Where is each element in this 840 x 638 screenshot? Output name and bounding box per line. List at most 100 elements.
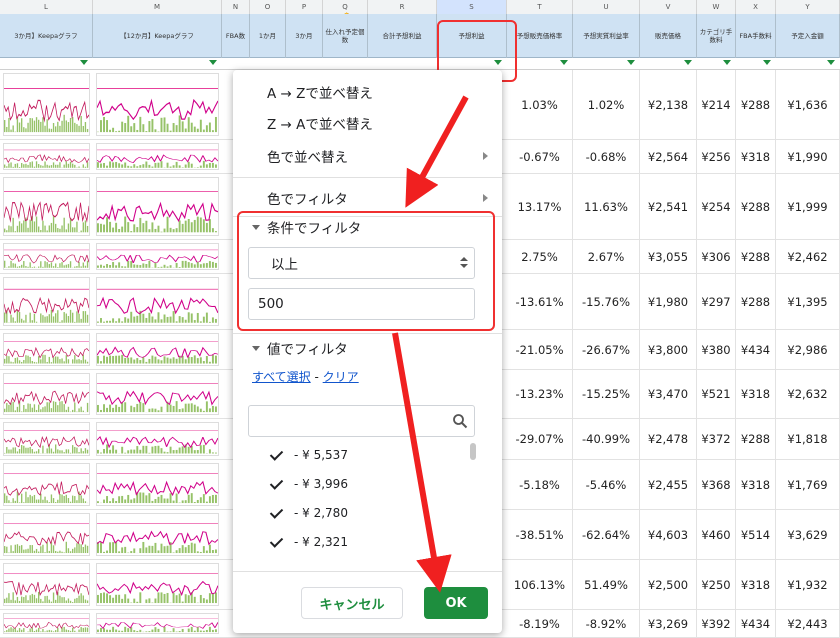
column-header[interactable]: FBA手数料 bbox=[736, 14, 776, 58]
table-cell[interactable]: -29.07% bbox=[507, 419, 573, 459]
value-list-item[interactable]: - ¥ 2,321 bbox=[248, 531, 458, 553]
table-cell[interactable]: ¥2,462 bbox=[776, 240, 840, 273]
table-cell[interactable]: 1.02% bbox=[573, 70, 640, 139]
filter-icon[interactable] bbox=[627, 60, 636, 67]
table-cell[interactable]: -13.23% bbox=[507, 370, 573, 418]
table-cell[interactable]: ¥4,603 bbox=[640, 510, 697, 559]
filter-icon[interactable] bbox=[560, 60, 569, 67]
table-cell[interactable]: ¥368 bbox=[697, 460, 736, 509]
filter-icon[interactable] bbox=[209, 60, 218, 67]
table-cell[interactable]: ¥3,055 bbox=[640, 240, 697, 273]
table-cell[interactable]: ¥3,269 bbox=[640, 610, 697, 637]
table-cell[interactable]: ¥1,636 bbox=[776, 70, 840, 139]
column-header[interactable]: 仕入れ予定個数 bbox=[323, 14, 368, 58]
table-cell[interactable]: ¥1,769 bbox=[776, 460, 840, 509]
table-cell[interactable]: ¥2,632 bbox=[776, 370, 840, 418]
filter-icon[interactable] bbox=[763, 60, 772, 67]
table-cell[interactable]: ¥521 bbox=[697, 370, 736, 418]
table-cell[interactable]: ¥254 bbox=[697, 174, 736, 239]
table-cell[interactable]: ¥2,564 bbox=[640, 140, 697, 173]
table-cell[interactable]: 51.49% bbox=[573, 560, 640, 609]
table-cell[interactable]: ¥256 bbox=[697, 140, 736, 173]
table-cell[interactable]: -8.92% bbox=[573, 610, 640, 637]
filter-icon[interactable] bbox=[723, 60, 732, 67]
column-header[interactable]: 合計予想利益 bbox=[368, 14, 437, 58]
filter-icon[interactable] bbox=[684, 60, 693, 67]
table-cell[interactable]: ¥250 bbox=[697, 560, 736, 609]
table-cell[interactable]: -40.99% bbox=[573, 419, 640, 459]
table-cell[interactable]: ¥318 bbox=[736, 370, 776, 418]
column-header[interactable]: カテゴリ手数料 bbox=[697, 14, 736, 58]
column-letter-m[interactable]: M bbox=[93, 0, 222, 14]
column-letter-w[interactable]: W bbox=[697, 0, 736, 14]
table-cell[interactable]: ¥460 bbox=[697, 510, 736, 559]
table-cell[interactable]: ¥214 bbox=[697, 70, 736, 139]
table-cell[interactable]: ¥318 bbox=[736, 140, 776, 173]
table-cell[interactable]: ¥514 bbox=[736, 510, 776, 559]
table-cell[interactable]: -38.51% bbox=[507, 510, 573, 559]
column-letter-p[interactable]: P bbox=[286, 0, 323, 14]
table-cell[interactable]: ¥288 bbox=[736, 174, 776, 239]
table-cell[interactable]: -21.05% bbox=[507, 330, 573, 369]
column-letter-u[interactable]: U bbox=[573, 0, 640, 14]
table-cell[interactable]: ¥3,629 bbox=[776, 510, 840, 559]
filter-by-color-item[interactable]: 色でフィルタ bbox=[233, 183, 502, 213]
table-cell[interactable]: ¥392 bbox=[697, 610, 736, 637]
table-cell[interactable]: ¥2,443 bbox=[776, 610, 840, 637]
ok-button[interactable]: OK bbox=[424, 587, 488, 619]
column-letter-y[interactable]: Y bbox=[776, 0, 840, 14]
table-cell[interactable]: ¥318 bbox=[736, 560, 776, 609]
table-cell[interactable]: ¥1,818 bbox=[776, 419, 840, 459]
table-cell[interactable]: ¥434 bbox=[736, 330, 776, 369]
column-header[interactable]: 予想実質利益率 bbox=[573, 14, 640, 58]
table-cell[interactable]: 11.63% bbox=[573, 174, 640, 239]
table-cell[interactable]: ¥297 bbox=[697, 274, 736, 329]
table-cell[interactable]: ¥372 bbox=[697, 419, 736, 459]
column-letter-v[interactable]: V bbox=[640, 0, 697, 14]
value-list-item[interactable]: - ¥ 3,996 bbox=[248, 473, 458, 495]
table-cell[interactable]: -0.67% bbox=[507, 140, 573, 173]
table-cell[interactable]: ¥2,986 bbox=[776, 330, 840, 369]
column-letter-o[interactable]: O bbox=[250, 0, 286, 14]
table-cell[interactable]: -15.25% bbox=[573, 370, 640, 418]
table-cell[interactable]: 13.17% bbox=[507, 174, 573, 239]
column-header[interactable]: 3か月 bbox=[286, 14, 323, 58]
table-cell[interactable]: 2.67% bbox=[573, 240, 640, 273]
column-letter-x[interactable]: X bbox=[736, 0, 776, 14]
table-cell[interactable]: ¥1,980 bbox=[640, 274, 697, 329]
table-cell[interactable]: ¥288 bbox=[736, 274, 776, 329]
filter-by-values-toggle[interactable]: 値でフィルタ bbox=[252, 337, 348, 359]
column-header[interactable]: 販売価格 bbox=[640, 14, 697, 58]
column-letter-r[interactable]: R bbox=[368, 0, 437, 14]
filter-icon[interactable] bbox=[827, 60, 836, 67]
sort-a-z-item[interactable]: A → Zで並べ替え bbox=[233, 77, 502, 107]
cancel-button[interactable]: キャンセル bbox=[301, 587, 403, 619]
table-cell[interactable]: 106.13% bbox=[507, 560, 573, 609]
table-cell[interactable]: -0.68% bbox=[573, 140, 640, 173]
column-header[interactable]: 3か月】Keepaグラフ bbox=[0, 14, 93, 58]
table-cell[interactable]: -5.18% bbox=[507, 460, 573, 509]
table-cell[interactable]: ¥1,999 bbox=[776, 174, 840, 239]
table-cell[interactable]: -5.46% bbox=[573, 460, 640, 509]
table-cell[interactable]: -62.64% bbox=[573, 510, 640, 559]
table-cell[interactable]: 1.03% bbox=[507, 70, 573, 139]
column-letter-n[interactable]: N bbox=[222, 0, 250, 14]
table-cell[interactable]: ¥380 bbox=[697, 330, 736, 369]
sort-z-a-item[interactable]: Z → Aで並べ替え bbox=[233, 108, 502, 138]
values-scrollbar[interactable] bbox=[470, 443, 476, 460]
table-cell[interactable]: ¥2,138 bbox=[640, 70, 697, 139]
table-cell[interactable]: -8.19% bbox=[507, 610, 573, 637]
table-cell[interactable]: ¥288 bbox=[736, 70, 776, 139]
table-cell[interactable]: ¥434 bbox=[736, 610, 776, 637]
table-cell[interactable]: -13.61% bbox=[507, 274, 573, 329]
table-cell[interactable]: ¥288 bbox=[736, 240, 776, 273]
table-cell[interactable]: -26.67% bbox=[573, 330, 640, 369]
table-cell[interactable]: 2.75% bbox=[507, 240, 573, 273]
table-cell[interactable]: ¥2,455 bbox=[640, 460, 697, 509]
select-all-link[interactable]: すべて選択 bbox=[252, 370, 311, 384]
table-cell[interactable]: ¥3,470 bbox=[640, 370, 697, 418]
column-letter-s[interactable]: S bbox=[437, 0, 507, 14]
table-cell[interactable]: -15.76% bbox=[573, 274, 640, 329]
table-cell[interactable]: ¥318 bbox=[736, 460, 776, 509]
table-cell[interactable]: ¥306 bbox=[697, 240, 736, 273]
